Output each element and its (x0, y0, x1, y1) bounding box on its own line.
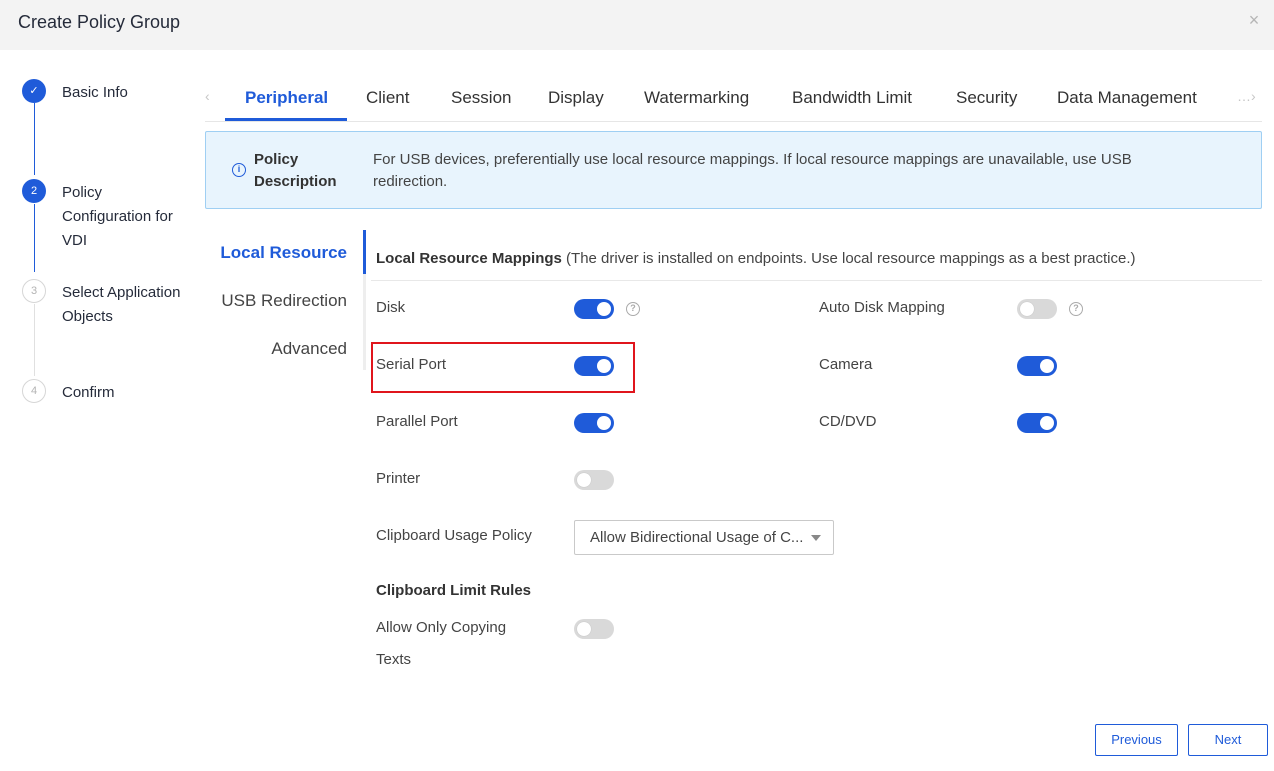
previous-button[interactable]: Previous (1095, 724, 1178, 756)
allow-only-copying-texts-label-line2: Texts (376, 651, 412, 668)
clipboard-limit-rules-heading: Clipboard Limit Rules (376, 582, 532, 599)
section-divider (371, 280, 1262, 281)
camera-label: Camera (819, 356, 873, 373)
chevron-right-icon[interactable]: › (1251, 88, 1256, 104)
step-label: Basic Info (62, 84, 128, 101)
camera-toggle[interactable] (1017, 356, 1057, 376)
section-title-note: (The driver is installed on endpoints. U… (561, 250, 1136, 267)
section-title: Local Resource Mappings (The driver is i… (376, 250, 1136, 267)
step-connector (34, 103, 35, 175)
help-icon[interactable]: ? (1069, 302, 1083, 316)
toggle-knob (1040, 416, 1054, 430)
auto-disk-mapping-toggle[interactable] (1017, 299, 1057, 319)
chevron-left-icon[interactable]: ‹ (205, 88, 210, 104)
printer-label: Printer (376, 470, 421, 487)
tab-data-management[interactable]: Data Management (1057, 88, 1197, 108)
step-number: 2 (22, 179, 46, 203)
check-icon: ✓ (22, 79, 46, 103)
allow-only-copying-texts-label: Allow Only Copying (376, 619, 507, 636)
subnav-local-resource[interactable]: Local Resource (220, 243, 347, 263)
toggle-knob (1020, 302, 1034, 316)
policy-description-label: Policy Description (254, 151, 337, 190)
subnav-usb-redirection[interactable]: USB Redirection (221, 291, 347, 311)
step-label: Policy Configuration for VDI (62, 184, 173, 249)
tab-client[interactable]: Client (366, 88, 409, 108)
step-connector (34, 304, 35, 376)
toggle-knob (597, 359, 611, 373)
tab-peripheral[interactable]: Peripheral (245, 88, 328, 108)
serial-port-label: Serial Port (376, 356, 447, 373)
step-label: Confirm (62, 384, 115, 401)
active-tab-indicator (225, 118, 347, 121)
tab-security[interactable]: Security (956, 88, 1017, 108)
tab-bandwidth-limit[interactable]: Bandwidth Limit (792, 88, 912, 108)
toggle-knob (577, 622, 591, 636)
step-connector (34, 204, 35, 272)
auto-disk-mapping-label: Auto Disk Mapping (819, 299, 945, 316)
allow-only-copying-texts-toggle[interactable] (574, 619, 614, 639)
dialog-title: Create Policy Group (18, 12, 181, 32)
tab-watermarking[interactable]: Watermarking (644, 88, 749, 108)
step-label: Select Application Objects (62, 284, 181, 325)
policy-description-text: For USB devices, preferentially use loca… (373, 151, 1132, 190)
cd-dvd-toggle[interactable] (1017, 413, 1057, 433)
next-button[interactable]: Next (1188, 724, 1268, 756)
step-number: 4 (22, 379, 46, 403)
caret-down-icon (811, 535, 821, 541)
printer-toggle[interactable] (574, 470, 614, 490)
step-number: 3 (22, 279, 46, 303)
disk-toggle[interactable] (574, 299, 614, 319)
subnav-advanced[interactable]: Advanced (271, 339, 347, 359)
policy-tabs: ‹ Peripheral Client Session Display Wate… (205, 74, 1262, 122)
tab-display[interactable]: Display (548, 88, 604, 108)
clipboard-usage-policy-label: Clipboard Usage Policy (376, 527, 532, 544)
toggle-knob (1040, 359, 1054, 373)
parallel-port-label: Parallel Port (376, 413, 458, 430)
toggle-knob (577, 473, 591, 487)
disk-label: Disk (376, 299, 406, 316)
toggle-knob (597, 416, 611, 430)
clipboard-usage-policy-value: Allow Bidirectional Usage of C... (590, 529, 804, 546)
tab-overflow-indicator: … (1237, 88, 1251, 104)
policy-description-banner: i Policy Description For USB devices, pr… (205, 131, 1262, 209)
parallel-port-toggle[interactable] (574, 413, 614, 433)
close-icon[interactable]: × (1244, 10, 1264, 30)
tab-session[interactable]: Session (451, 88, 511, 108)
dialog-header: Create Policy Group × (0, 0, 1274, 50)
info-icon: i (232, 163, 246, 177)
serial-port-toggle[interactable] (574, 356, 614, 376)
toggle-knob (597, 302, 611, 316)
clipboard-usage-policy-select[interactable]: Allow Bidirectional Usage of C... (574, 520, 834, 555)
subnav-active-indicator (363, 230, 366, 274)
help-icon[interactable]: ? (626, 302, 640, 316)
section-title-bold: Local Resource Mappings (376, 250, 562, 267)
cd-dvd-label: CD/DVD (819, 413, 877, 430)
